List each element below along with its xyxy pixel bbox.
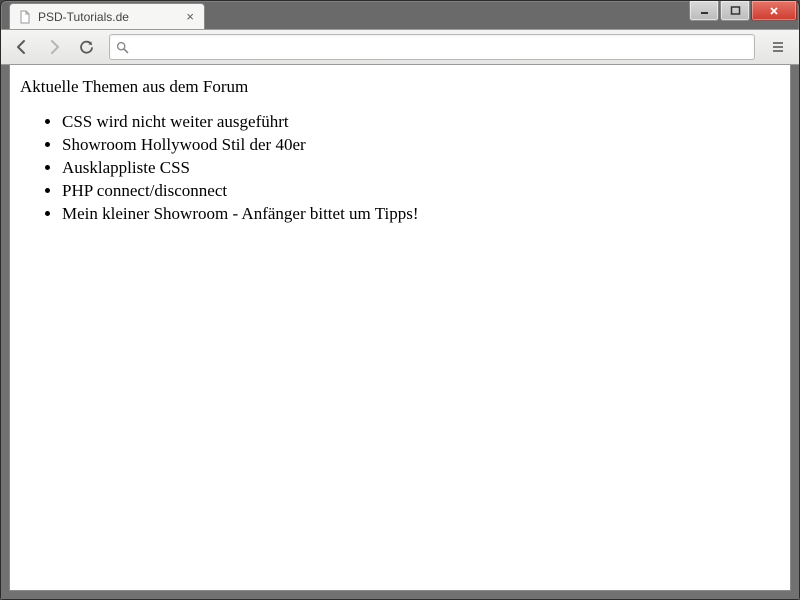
- reload-button[interactable]: [71, 33, 101, 61]
- list-item: Ausklappliste CSS: [62, 157, 780, 180]
- viewport-wrap: Aktuelle Themen aus dem Forum CSS wird n…: [1, 65, 799, 599]
- tab-title: PSD-Tutorials.de: [38, 10, 184, 24]
- page-content: Aktuelle Themen aus dem Forum CSS wird n…: [10, 65, 790, 238]
- browser-window: PSD-Tutorials.de ×: [0, 0, 800, 600]
- file-icon: [18, 10, 32, 24]
- page-heading: Aktuelle Themen aus dem Forum: [20, 77, 780, 97]
- list-item: Mein kleiner Showroom - Anfänger bittet …: [62, 203, 780, 226]
- list-item: CSS wird nicht weiter ausgeführt: [62, 111, 780, 134]
- tab-close-icon[interactable]: ×: [184, 10, 196, 23]
- forum-topic-list: CSS wird nicht weiter ausgeführt Showroo…: [20, 111, 780, 226]
- list-item: Showroom Hollywood Stil der 40er: [62, 134, 780, 157]
- back-button[interactable]: [7, 33, 37, 61]
- browser-toolbar: [1, 29, 799, 65]
- browser-tab[interactable]: PSD-Tutorials.de ×: [9, 3, 205, 29]
- list-item: PHP connect/disconnect: [62, 180, 780, 203]
- search-icon: [116, 41, 129, 54]
- address-input[interactable]: [135, 40, 748, 55]
- window-close-button[interactable]: [751, 1, 797, 21]
- page-viewport[interactable]: Aktuelle Themen aus dem Forum CSS wird n…: [9, 65, 791, 591]
- menu-button[interactable]: [763, 33, 793, 61]
- forward-button[interactable]: [39, 33, 69, 61]
- window-maximize-button[interactable]: [720, 1, 750, 21]
- address-bar[interactable]: [109, 34, 755, 60]
- window-minimize-button[interactable]: [689, 1, 719, 21]
